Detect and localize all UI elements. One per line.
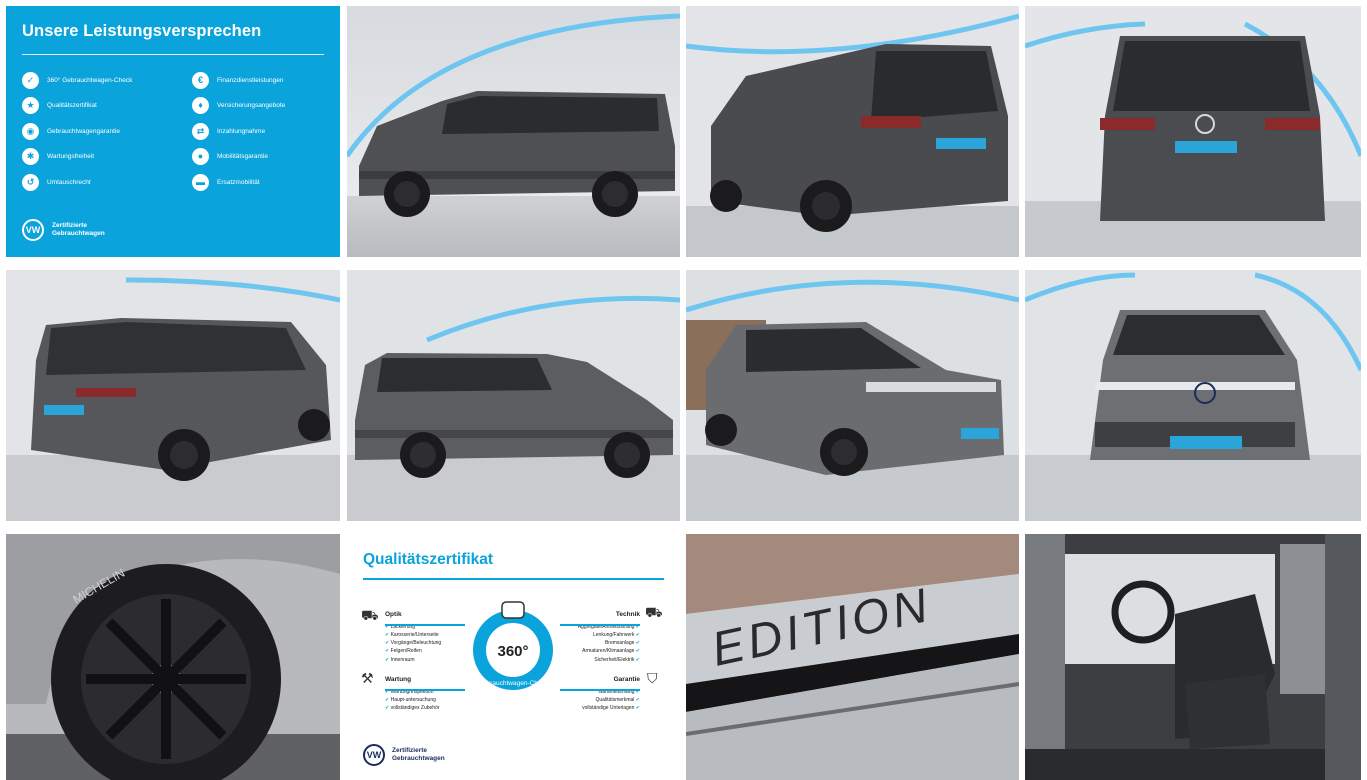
photo-front-van[interactable]: [1025, 270, 1361, 521]
optik-line: Innenraum: [385, 656, 441, 664]
quality-title: Qualitätszertifikat: [363, 551, 494, 568]
promise-item-label: 360° Gebrauchtwagen-Check: [47, 76, 133, 84]
promise-title: Unsere Leistungsversprechen: [22, 22, 262, 40]
promise-divider: [22, 54, 324, 55]
wrench-icon: ⚒: [361, 670, 374, 686]
promise-item-label: Versicherungsangebote: [217, 102, 286, 109]
van-rear-three-quarter-image: [686, 6, 1019, 257]
badge-label: Gebrauchtwagen-Check: [478, 680, 549, 687]
photo-side-right-van[interactable]: [347, 270, 680, 521]
promise-item: ↺ Umtauschrecht: [22, 173, 192, 191]
photo-rear-van[interactable]: [1025, 6, 1361, 257]
van-rear-image: [1025, 6, 1361, 257]
mobility-icon: ●: [192, 148, 209, 165]
garantie-heading: Garantie: [613, 676, 640, 683]
qualitaetszertifikat-tile[interactable]: Qualitätszertifikat ⛟ Optik Lackierung K…: [347, 534, 680, 780]
promise-item: ✓ 360° Gebrauchtwagen-Check: [22, 71, 192, 89]
car-optik-icon: ⛟: [361, 607, 379, 623]
wartung-underline: [385, 689, 465, 691]
promise-item: ● Mobilitätsgarantie: [192, 148, 324, 166]
technik-line: Armaturen/Klimaanlage: [578, 647, 640, 655]
certificate-icon: ★: [22, 97, 39, 114]
van-side-left-image: [347, 6, 680, 257]
wartung-block: Wartung Wartung/Inspektion Haupt-untersu…: [385, 675, 440, 712]
garantie-underline: [560, 689, 640, 691]
warranty-icon: ◉: [22, 122, 39, 140]
vw-logo-icon: VW: [363, 744, 385, 766]
badge-value: 360°: [497, 643, 528, 660]
van-side-right-image: [347, 270, 680, 521]
promise-item-label: Qualitätszertifikat: [47, 102, 97, 109]
promise-item: ♦ Versicherungsangebote: [192, 97, 324, 115]
promise-item: ✱ Wartungsfreiheit: [22, 148, 192, 166]
photo-edition-decal[interactable]: EDITION: [686, 534, 1019, 780]
edition-decal-image: EDITION: [686, 534, 1019, 780]
photo-side-left-van[interactable]: [347, 6, 680, 257]
360-check-badge: 360° Gebrauchtwagen-Check: [473, 601, 553, 690]
logo-line: Gebrauchtwagen: [392, 755, 445, 762]
shield-check-icon: ⛉: [647, 670, 658, 686]
garantie-block: Garantie Garantieumfang Qualitätsmerkmal…: [582, 675, 640, 712]
wartung-heading: Wartung: [385, 676, 412, 683]
technik-block: Technik Aggregate/Antriebsstrang Lenkung…: [578, 610, 640, 664]
optik-block: Optik Lackierung Karosserie/Unterseite V…: [385, 610, 441, 664]
technik-line: Bremsanlage: [578, 639, 640, 647]
garantie-line: vollständige Unterlagen: [582, 704, 640, 712]
optik-underline: [385, 624, 465, 626]
photo-rear-three-quarter-van[interactable]: [686, 6, 1019, 257]
insurance-icon: ♦: [192, 97, 209, 114]
technik-heading: Technik: [615, 611, 640, 618]
promise-item-label: Inzahlungnahme: [217, 127, 266, 135]
van-front-image: [1025, 270, 1361, 521]
exchange-icon: ↺: [22, 173, 39, 191]
promise-item: ◉ Gebrauchtwagengarantie: [22, 122, 192, 140]
promise-list: ✓ 360° Gebrauchtwagen-Check € Finanzdienst…: [22, 71, 324, 191]
technik-line: Lenkung/Fahrwerk: [578, 631, 640, 639]
optik-line: Karosserie/Unterseite: [385, 631, 441, 639]
logo-line: Zertifizierte: [392, 746, 428, 754]
trade-in-icon: ⇄: [192, 122, 209, 140]
wartung-line: Haupt-untersuchung: [385, 696, 440, 704]
optik-line: Vorgänge/Beleuchtung: [385, 639, 442, 647]
vw-logo-icon: VW: [22, 219, 44, 241]
promise-item: ⇄ Inzahlungnahme: [192, 122, 324, 140]
promise-item-label: Mobilitätsgarantie: [217, 153, 268, 160]
maintenance-icon: ✱: [22, 148, 39, 165]
photo-rear-three-quarter-right-van[interactable]: [6, 270, 340, 521]
optik-line: Felgen/Reifen: [385, 647, 441, 655]
promise-item: ★ Qualitätszertifikat: [22, 97, 192, 115]
logo-line: Zertifizierte: [52, 221, 88, 229]
photo-wheel-closeup[interactable]: MICHELIN: [6, 534, 340, 780]
quality-certified-logo: VW Zertifizierte Gebrauchtwagen: [363, 744, 445, 766]
promise-item: € Finanzdienstleistungen: [192, 71, 324, 89]
quality-divider: [363, 578, 664, 580]
leistungsversprechen-tile[interactable]: Unsere Leistungsversprechen ✓ 360° Gebrau…: [6, 6, 340, 257]
photo-front-three-quarter-van[interactable]: [686, 270, 1019, 521]
checklist-icon: ✓: [22, 71, 39, 89]
promise-item-label: Umtauschrecht: [47, 178, 91, 186]
promise-item-label: Ersatzmobilität: [217, 178, 260, 186]
technik-underline: [560, 624, 640, 626]
technik-line: Sicherheit/Elektrik: [578, 656, 640, 664]
wheel-closeup-image: MICHELIN: [6, 534, 340, 780]
van-front-three-quarter-image: [686, 270, 1019, 521]
photo-interior-seats[interactable]: [1025, 534, 1361, 780]
certified-logo: VW Zertifizierte Gebrauchtwagen: [22, 219, 105, 241]
interior-seats-image: [1025, 534, 1361, 780]
wartung-line: vollständiges Zubehör: [385, 704, 440, 712]
van-rear-three-quarter-right-image: [6, 270, 340, 521]
garantie-line: Qualitätsmerkmal: [582, 696, 640, 704]
replacement-car-icon: ▬: [192, 173, 209, 191]
optik-heading: Optik: [385, 611, 402, 618]
logo-line: Gebrauchtwagen: [52, 230, 105, 237]
promise-item-label: Gebrauchtwagengarantie: [47, 127, 120, 135]
promise-item-label: Finanzdienstleistungen: [217, 76, 284, 84]
car-technik-icon: ⛟: [645, 604, 663, 620]
promise-item: ▬ Ersatzmobilität: [192, 173, 324, 191]
promise-item-label: Wartungsfreiheit: [47, 153, 95, 160]
finance-icon: €: [192, 71, 209, 89]
